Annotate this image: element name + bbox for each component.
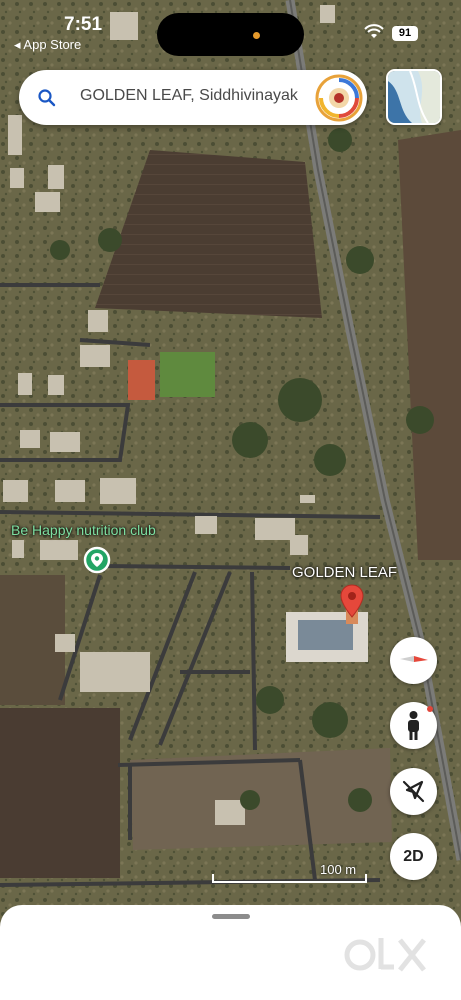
- battery-indicator: 91: [392, 26, 418, 41]
- map-layers-button[interactable]: [386, 69, 442, 125]
- view-2d-toggle[interactable]: 2D: [390, 833, 437, 880]
- back-to-app-store-link[interactable]: ◂ App Store: [14, 37, 81, 53]
- destination-label-golden-leaf[interactable]: GOLDEN LEAF: [292, 564, 397, 581]
- tennis-court: [128, 360, 155, 400]
- olx-watermark-logo: [344, 938, 426, 972]
- compass-icon: [400, 656, 428, 662]
- map-thumbnail-icon: [388, 71, 440, 123]
- sheet-drag-handle[interactable]: [212, 914, 250, 919]
- search-input[interactable]: GOLDEN LEAF, Siddhivinayak: [80, 87, 312, 109]
- my-location-button[interactable]: [390, 768, 437, 815]
- poi-marker-icon[interactable]: [83, 546, 111, 574]
- field: [0, 708, 120, 878]
- poi-label-nutrition-club[interactable]: Be Happy nutrition club: [11, 522, 156, 538]
- scale-bar: [212, 874, 367, 883]
- bottom-sheet[interactable]: [0, 905, 461, 1000]
- sports-ground: [160, 352, 215, 397]
- notification-dot: [427, 706, 433, 712]
- location-arrow-off-icon: [402, 780, 425, 803]
- search-bar[interactable]: GOLDEN LEAF, Siddhivinayak: [19, 70, 367, 125]
- street-view-button[interactable]: [390, 702, 437, 749]
- account-avatar-icon[interactable]: [315, 74, 363, 122]
- status-time: 7:51: [64, 14, 103, 35]
- destination-pin-icon[interactable]: [340, 584, 364, 618]
- dynamic-island: [157, 13, 304, 56]
- compass-button[interactable]: [390, 637, 437, 684]
- privacy-indicator-dot: [253, 32, 260, 39]
- search-icon[interactable]: [37, 88, 57, 108]
- wifi-icon: [364, 24, 384, 38]
